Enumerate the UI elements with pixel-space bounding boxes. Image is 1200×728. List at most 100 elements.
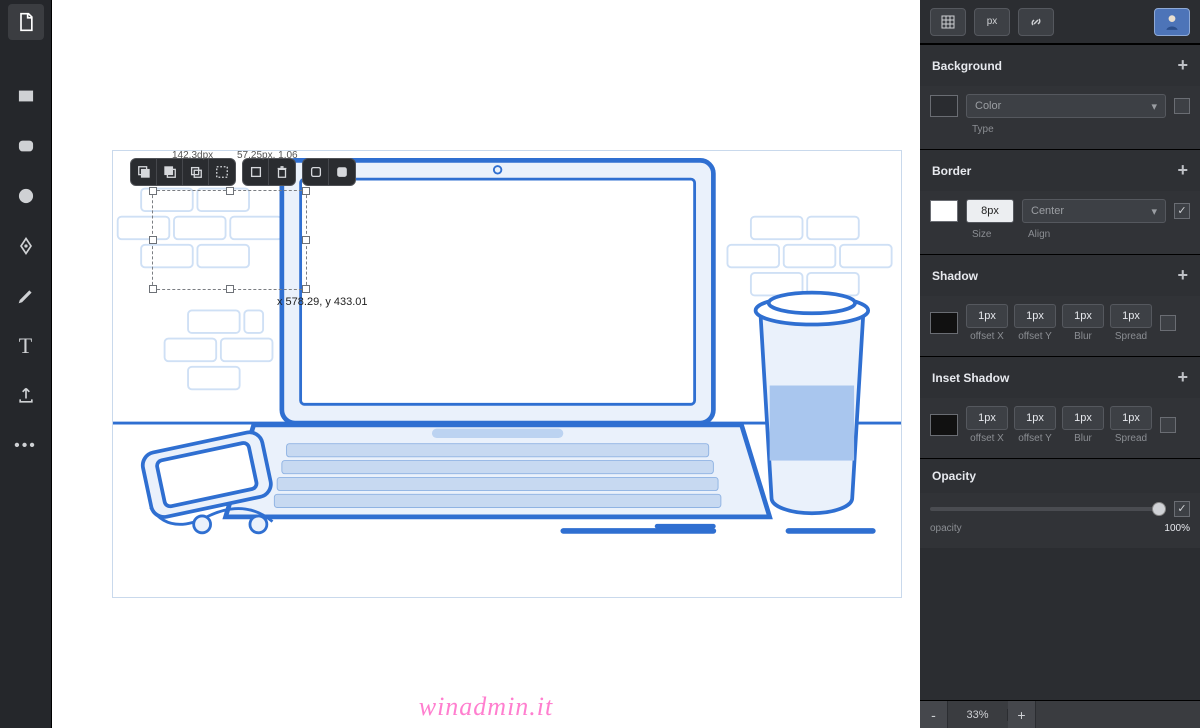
bring-front-button[interactable] xyxy=(131,159,157,185)
background-type-value: Color xyxy=(975,100,1001,112)
shadow-offsetx-caption: offset X xyxy=(970,331,1004,342)
shadow-offsety-caption: offset Y xyxy=(1018,331,1052,342)
section-shadow-body: offset X offset Y Blur Spread xyxy=(920,296,1200,356)
tool-document[interactable] xyxy=(8,4,44,40)
context-group-style xyxy=(302,158,356,186)
inset-shadow-enable-checkbox[interactable] xyxy=(1160,417,1176,433)
inset-spread-field[interactable] xyxy=(1110,406,1152,430)
panel-mode-row: px xyxy=(920,0,1200,44)
inset-offsetx-field[interactable] xyxy=(966,406,1008,430)
border-size-field[interactable] xyxy=(966,199,1014,223)
section-background-title: Background xyxy=(932,59,1002,73)
border-align-dropdown[interactable]: Center xyxy=(1022,199,1166,223)
user-avatar[interactable] xyxy=(1154,8,1190,36)
opacity-slider[interactable] xyxy=(930,507,1166,511)
mode-grid-button[interactable] xyxy=(930,8,966,36)
section-opacity-body: opacity 100% xyxy=(920,493,1200,548)
zoom-bar: - 33% + xyxy=(920,700,1200,728)
handle-n[interactable] xyxy=(226,187,234,195)
border-enable-checkbox[interactable] xyxy=(1174,203,1190,219)
section-opacity-head: Opacity xyxy=(920,458,1200,493)
mode-link-button[interactable] xyxy=(1018,8,1054,36)
inset-offsety-caption: offset Y xyxy=(1018,433,1052,444)
handle-ne[interactable] xyxy=(302,187,310,195)
shadow-spread-caption: Spread xyxy=(1115,331,1147,342)
handle-w[interactable] xyxy=(149,236,157,244)
section-shadow-head: Shadow + xyxy=(920,254,1200,296)
left-toolbar: T ••• xyxy=(0,0,52,728)
border-size-caption: Size xyxy=(972,229,1020,240)
context-toolbar xyxy=(130,158,356,186)
cut-button[interactable] xyxy=(243,159,269,185)
copy-style-button[interactable] xyxy=(303,159,329,185)
coordinate-readout: x 578.29, y 433.01 xyxy=(277,296,368,308)
section-background-head: Background + xyxy=(920,44,1200,86)
mode-px-button[interactable]: px xyxy=(974,8,1010,36)
dimension-readout-1: 142.3dpx xyxy=(172,150,213,161)
tool-rounded-rect[interactable] xyxy=(8,128,44,164)
shadow-enable-checkbox[interactable] xyxy=(1160,315,1176,331)
opacity-value: 100% xyxy=(1164,523,1190,534)
border-align-value: Center xyxy=(1031,205,1064,217)
zoom-in-button[interactable]: + xyxy=(1008,701,1036,728)
inset-offsety-field[interactable] xyxy=(1014,406,1056,430)
shadow-offsetx-field[interactable] xyxy=(966,304,1008,328)
handle-nw[interactable] xyxy=(149,187,157,195)
group-button[interactable] xyxy=(209,159,235,185)
tool-text[interactable]: T xyxy=(8,328,44,364)
shadow-blur-field[interactable] xyxy=(1062,304,1104,328)
zoom-out-button[interactable]: - xyxy=(920,701,948,728)
section-shadow-title: Shadow xyxy=(932,269,978,283)
add-shadow-button[interactable]: + xyxy=(1177,265,1188,286)
background-type-dropdown[interactable]: Color xyxy=(966,94,1166,118)
add-background-button[interactable]: + xyxy=(1177,55,1188,76)
background-swatch[interactable] xyxy=(930,95,958,117)
section-background-body: Color Type xyxy=(920,86,1200,149)
add-inset-shadow-button[interactable]: + xyxy=(1177,367,1188,388)
inset-blur-caption: Blur xyxy=(1074,433,1092,444)
shadow-blur-caption: Blur xyxy=(1074,331,1092,342)
delete-button[interactable] xyxy=(269,159,295,185)
shadow-offsety-field[interactable] xyxy=(1014,304,1056,328)
zoom-value: 33% xyxy=(948,709,1008,721)
handle-sw[interactable] xyxy=(149,285,157,293)
section-border-body: Center Size Align xyxy=(920,191,1200,254)
dimension-readout-2: 57.25px, 1.06 xyxy=(237,150,298,161)
section-border-head: Border + xyxy=(920,149,1200,191)
opacity-slider-knob[interactable] xyxy=(1152,502,1166,516)
canvas[interactable]: 142.3dpx 57.25px, 1.06 x 578.29, y 433.0… xyxy=(52,0,920,728)
selection-box[interactable] xyxy=(152,190,307,290)
section-inset-shadow-head: Inset Shadow + xyxy=(920,356,1200,398)
inset-offsetx-caption: offset X xyxy=(970,433,1004,444)
tool-pen[interactable] xyxy=(8,228,44,264)
background-type-caption: Type xyxy=(972,124,994,135)
send-back-button[interactable] xyxy=(157,159,183,185)
context-group-edit xyxy=(242,158,296,186)
duplicate-button[interactable] xyxy=(183,159,209,185)
inset-shadow-color-swatch[interactable] xyxy=(930,414,958,436)
section-inset-shadow-body: offset X offset Y Blur Spread xyxy=(920,398,1200,458)
handle-se[interactable] xyxy=(302,285,310,293)
add-border-button[interactable]: + xyxy=(1177,160,1188,181)
tool-ellipse[interactable] xyxy=(8,178,44,214)
tool-export[interactable] xyxy=(8,378,44,414)
tool-more[interactable]: ••• xyxy=(8,428,44,464)
inset-spread-caption: Spread xyxy=(1115,433,1147,444)
context-group-arrange xyxy=(130,158,236,186)
inset-blur-field[interactable] xyxy=(1062,406,1104,430)
shadow-spread-field[interactable] xyxy=(1110,304,1152,328)
section-opacity-title: Opacity xyxy=(932,469,976,483)
opacity-enable-checkbox[interactable] xyxy=(1174,501,1190,517)
watermark: winadmin.it xyxy=(419,692,554,722)
border-align-caption: Align xyxy=(1028,229,1050,240)
border-color-swatch[interactable] xyxy=(930,200,958,222)
handle-e[interactable] xyxy=(302,236,310,244)
section-border-title: Border xyxy=(932,164,971,178)
tool-pencil[interactable] xyxy=(8,278,44,314)
paste-style-button[interactable] xyxy=(329,159,355,185)
handle-s[interactable] xyxy=(226,285,234,293)
right-panel: px Background + Color Type Border + Cent… xyxy=(920,0,1200,728)
shadow-color-swatch[interactable] xyxy=(930,312,958,334)
tool-rectangle[interactable] xyxy=(8,78,44,114)
background-enable-checkbox[interactable] xyxy=(1174,98,1190,114)
